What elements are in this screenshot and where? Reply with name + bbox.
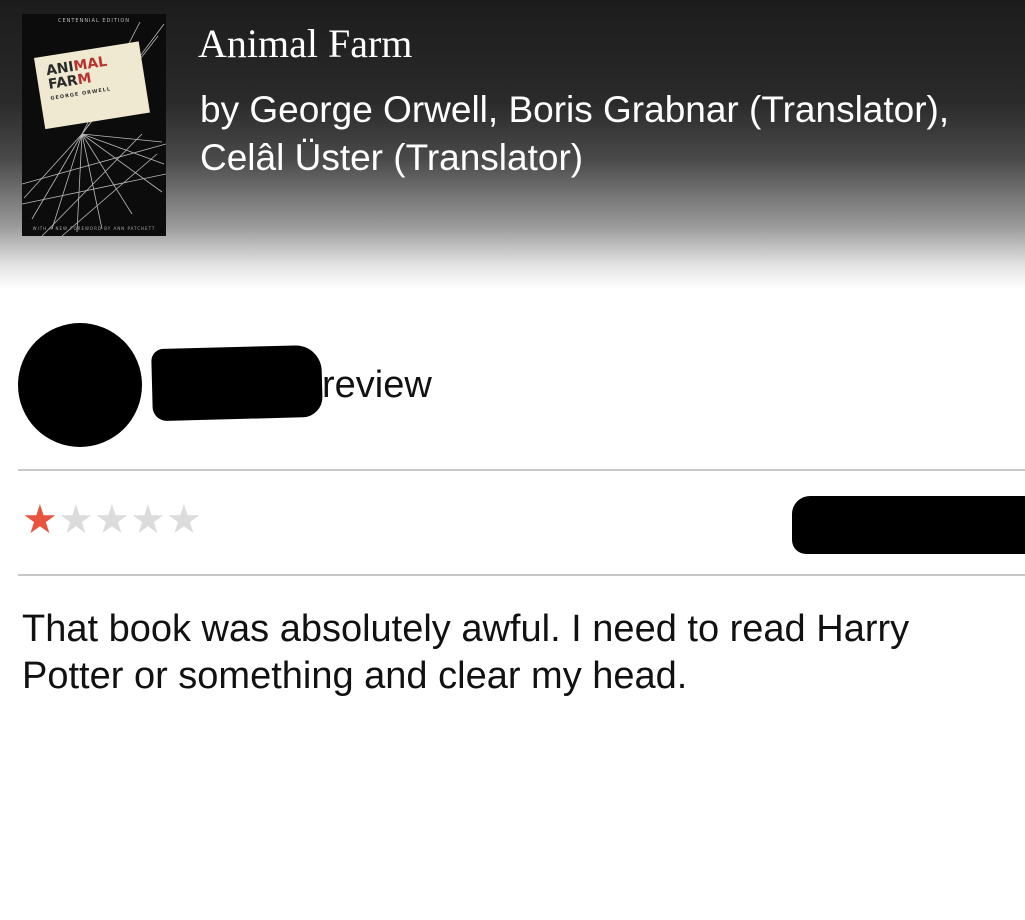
book-header: CENTENNIAL EDITION ANIMAL FARM GEORGE OR… — [0, 0, 1025, 290]
review-date-redacted — [792, 496, 1025, 554]
divider — [18, 574, 1025, 576]
review-body-text: That book was absolutely awful. I need t… — [22, 608, 910, 697]
star-filled-icon: ★ — [22, 497, 58, 543]
cover-title-line2-red: M — [76, 70, 93, 89]
cover-title-line2-black: FAR — [47, 72, 79, 93]
divider — [18, 469, 1025, 471]
book-authors[interactable]: by George Orwell, Boris Grabnar (Transla… — [200, 86, 1000, 182]
book-cover-image[interactable]: CENTENNIAL EDITION ANIMAL FARM GEORGE OR… — [22, 14, 166, 236]
star-empty-icon: ★ — [94, 497, 130, 543]
cover-windmill-lines — [22, 21, 166, 236]
star-empty-icon: ★ — [58, 497, 94, 543]
star-empty-icon: ★ — [166, 497, 202, 543]
cover-title: ANIMAL FARM — [45, 50, 138, 93]
cover-foreword-text: WITH A NEW FOREWORD BY ANN PATCHETT — [32, 226, 156, 231]
reviewer-avatar-redacted[interactable] — [18, 323, 142, 447]
book-title[interactable]: Animal Farm — [198, 20, 412, 67]
review-heading-label: review — [322, 364, 432, 406]
reviewer-name-redacted[interactable] — [151, 344, 323, 422]
star-empty-icon: ★ — [130, 497, 166, 543]
cover-edition-text: CENTENNIAL EDITION — [57, 18, 131, 24]
